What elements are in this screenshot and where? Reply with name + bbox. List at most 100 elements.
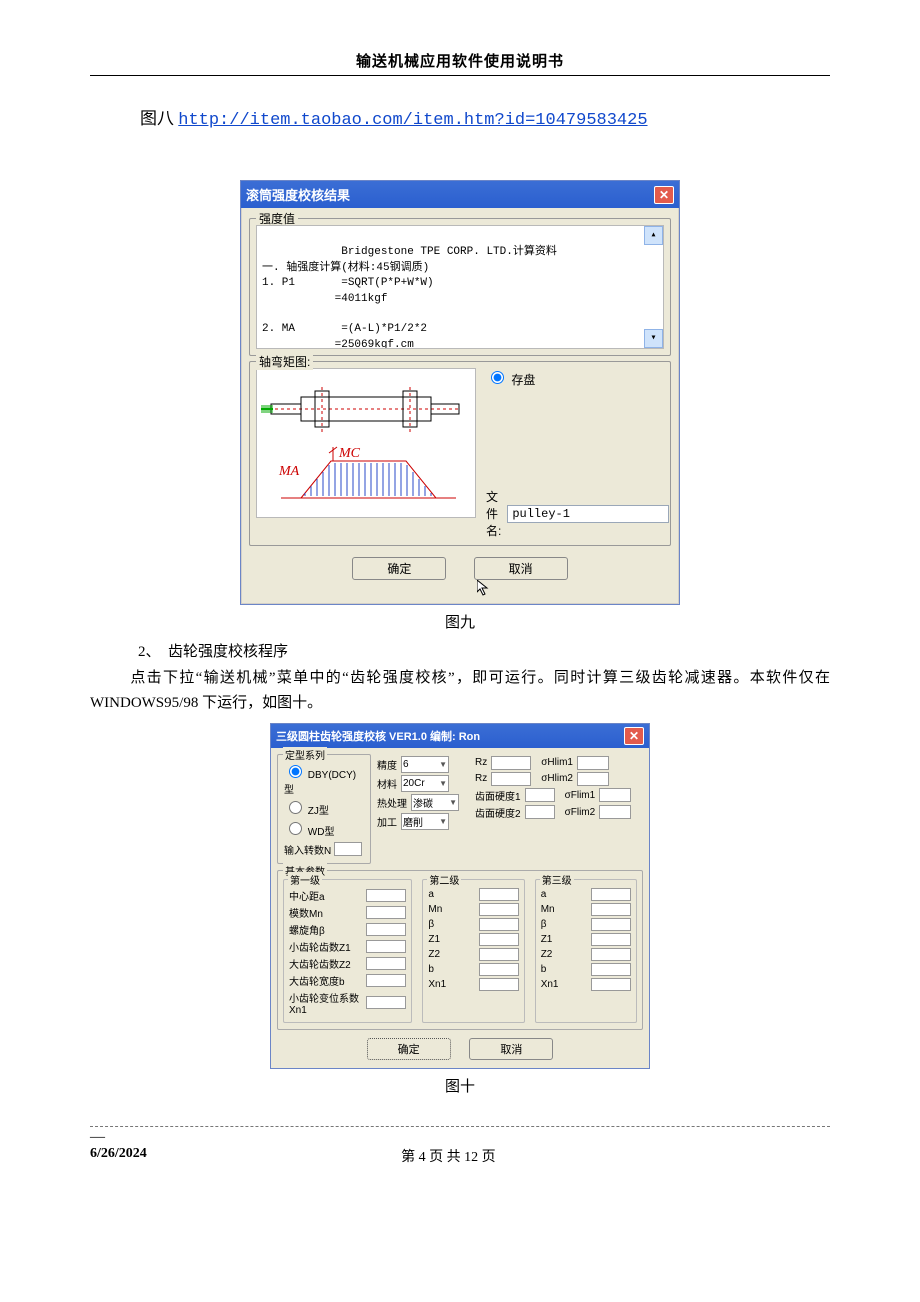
fig8-link[interactable]: http://item.taobao.com/item.htm?id=10479… bbox=[178, 111, 647, 130]
calc-output-text: Bridgestone TPE CORP. LTD.计算资料 一. 轴强度计算(… bbox=[262, 246, 557, 349]
shlim1-field[interactable] bbox=[577, 756, 609, 770]
ok-button[interactable]: 确定 bbox=[367, 1038, 451, 1060]
s3-a-label: a bbox=[541, 889, 591, 900]
fig10-caption: 图十 bbox=[90, 1075, 830, 1096]
machining-label: 加工 bbox=[377, 814, 397, 829]
limits-column: Rz σHlim1 Rz σHlim2 齿面硬度1 σFlim1 齿面硬度2 σ… bbox=[475, 754, 643, 864]
s2-z2-field[interactable] bbox=[479, 948, 519, 961]
sflim1-label: σFlim1 bbox=[565, 790, 596, 801]
fieldset-diagram-legend: 轴弯矩图: bbox=[256, 353, 313, 370]
dialog-fig9: 滚筒强度校核结果 ✕ 强度值 Bridgestone TPE CORP. LTD… bbox=[240, 180, 680, 605]
footer-dash: — bbox=[90, 1129, 830, 1146]
series-legend: 定型系列 bbox=[283, 747, 327, 762]
s3-z1-field[interactable] bbox=[591, 933, 631, 946]
params-group: 基本参数 第一级 中心距a 模数Mn 螺旋角β 小齿轮齿数Z1 大齿轮齿数Z2 … bbox=[277, 870, 643, 1030]
series-radio-zj[interactable] bbox=[289, 801, 302, 814]
s2-mn-label: Mn bbox=[428, 904, 478, 915]
s1-a-label: 中心距a bbox=[289, 888, 366, 903]
cancel-button[interactable]: 取消 bbox=[469, 1038, 553, 1060]
diagram-ma-label: MA bbox=[278, 464, 300, 479]
input-n-field[interactable] bbox=[334, 842, 362, 856]
s1-z2-field[interactable] bbox=[366, 957, 406, 970]
s1-a-field[interactable] bbox=[366, 889, 406, 902]
s1-z2-label: 大齿轮齿数Z2 bbox=[289, 956, 366, 971]
dialog9-title-text: 滚筒强度校核结果 bbox=[246, 185, 350, 204]
s3-mn-label: Mn bbox=[541, 904, 591, 915]
footer-date: 6/26/2024 bbox=[90, 1146, 147, 1166]
ok-button[interactable]: 确定 bbox=[352, 557, 446, 580]
s3-z2-label: Z2 bbox=[541, 949, 591, 960]
diagram-mc-label: MC bbox=[338, 446, 361, 461]
s3-beta-field[interactable] bbox=[591, 918, 631, 931]
hard2-label: 齿面硬度2 bbox=[475, 805, 521, 820]
rz1-field[interactable] bbox=[491, 756, 531, 770]
hard1-field[interactable] bbox=[525, 788, 555, 802]
scroll-up-button[interactable]: ▴ bbox=[644, 226, 663, 245]
material-select[interactable]: 20Cr▼ bbox=[401, 775, 449, 792]
s2-mn-field[interactable] bbox=[479, 903, 519, 916]
sflim2-label: σFlim2 bbox=[565, 807, 596, 818]
s1-mn-field[interactable] bbox=[366, 906, 406, 919]
rz2-label: Rz bbox=[475, 773, 487, 784]
series-radio-dby[interactable] bbox=[289, 765, 302, 778]
hard1-label: 齿面硬度1 bbox=[475, 788, 521, 803]
series-opt-wd[interactable]: WD型 bbox=[284, 819, 364, 838]
s1-beta-field[interactable] bbox=[366, 923, 406, 936]
save-radio[interactable] bbox=[491, 371, 504, 384]
moment-diagram: MC MA bbox=[256, 368, 476, 518]
shlim2-field[interactable] bbox=[577, 772, 609, 786]
s3-z1-label: Z1 bbox=[541, 934, 591, 945]
close-icon[interactable]: ✕ bbox=[654, 186, 674, 204]
stage2-col: 第二级 a Mn β Z1 Z2 b Xn1 bbox=[422, 879, 524, 1023]
save-radio-label[interactable]: 存盘 bbox=[486, 373, 535, 387]
rz2-field[interactable] bbox=[491, 772, 531, 786]
fieldset-strength: 强度值 Bridgestone TPE CORP. LTD.计算资料 一. 轴强… bbox=[249, 218, 671, 356]
s2-xn1-field[interactable] bbox=[479, 978, 519, 991]
s1-beta-label: 螺旋角β bbox=[289, 922, 366, 937]
hard2-field[interactable] bbox=[525, 805, 555, 819]
stage3-legend: 第三级 bbox=[540, 872, 574, 887]
input-n-label: 输入转数N bbox=[284, 842, 331, 857]
s3-b-field[interactable] bbox=[591, 963, 631, 976]
stage2-legend: 第二级 bbox=[427, 872, 461, 887]
s1-z1-field[interactable] bbox=[366, 940, 406, 953]
sflim2-field[interactable] bbox=[599, 805, 631, 819]
calc-output-textbox[interactable]: Bridgestone TPE CORP. LTD.计算资料 一. 轴强度计算(… bbox=[256, 225, 664, 349]
scroll-down-button[interactable]: ▾ bbox=[644, 329, 663, 348]
series-opt-dby[interactable]: DBY(DCY)型 bbox=[284, 762, 364, 796]
precision-select[interactable]: 6▼ bbox=[401, 756, 449, 773]
s2-z2-label: Z2 bbox=[428, 949, 478, 960]
s2-z1-label: Z1 bbox=[428, 934, 478, 945]
fig9-caption: 图九 bbox=[90, 611, 830, 632]
s2-a-label: a bbox=[428, 889, 478, 900]
s2-beta-label: β bbox=[428, 919, 478, 930]
s2-beta-field[interactable] bbox=[479, 918, 519, 931]
sflim1-field[interactable] bbox=[599, 788, 631, 802]
chevron-down-icon: ▼ bbox=[439, 779, 447, 788]
s3-z2-field[interactable] bbox=[591, 948, 631, 961]
s2-z1-field[interactable] bbox=[479, 933, 519, 946]
filename-input[interactable] bbox=[507, 505, 669, 523]
machining-select[interactable]: 磨削▼ bbox=[401, 813, 449, 830]
s3-mn-field[interactable] bbox=[591, 903, 631, 916]
s2-a-field[interactable] bbox=[479, 888, 519, 901]
fig8-line: 图八 http://item.taobao.com/item.htm?id=10… bbox=[140, 104, 830, 130]
s3-xn1-field[interactable] bbox=[591, 978, 631, 991]
s1-b-label: 大齿轮宽度b bbox=[289, 973, 366, 988]
dialog9-titlebar: 滚筒强度校核结果 ✕ bbox=[241, 181, 679, 208]
s2-b-field[interactable] bbox=[479, 963, 519, 976]
heat-select[interactable]: 渗碳▼ bbox=[411, 794, 459, 811]
s3-a-field[interactable] bbox=[591, 888, 631, 901]
close-icon[interactable]: ✕ bbox=[624, 727, 644, 745]
series-radio-wd[interactable] bbox=[289, 822, 302, 835]
stage3-col: 第三级 a Mn β Z1 Z2 b Xn1 bbox=[535, 879, 637, 1023]
s1-xn1-field[interactable] bbox=[366, 996, 406, 1009]
cancel-button[interactable]: 取消 bbox=[474, 557, 568, 580]
precision-label: 精度 bbox=[377, 757, 397, 772]
stage1-col: 第一级 中心距a 模数Mn 螺旋角β 小齿轮齿数Z1 大齿轮齿数Z2 大齿轮宽度… bbox=[283, 879, 412, 1023]
stage1-legend: 第一级 bbox=[288, 872, 322, 887]
s1-b-field[interactable] bbox=[366, 974, 406, 987]
series-opt-zj[interactable]: ZJ型 bbox=[284, 798, 364, 817]
save-radio-text: 存盘 bbox=[511, 373, 535, 387]
dialog10-title-text: 三级圆柱齿轮强度校核 VER1.0 编制: Ron bbox=[276, 728, 480, 744]
